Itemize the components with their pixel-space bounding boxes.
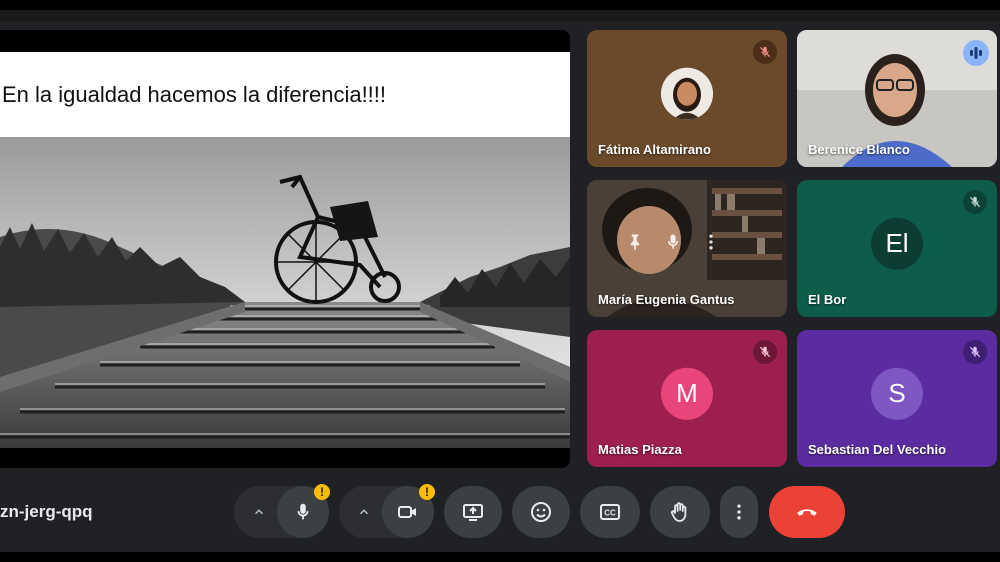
participant-name: María Eugenia Gantus <box>598 292 735 307</box>
profile-photo-avatar <box>661 67 713 120</box>
hand-icon <box>670 502 687 522</box>
participant-name: Sebastian Del Vecchio <box>808 442 947 457</box>
end-call-button[interactable] <box>769 486 845 538</box>
mic-options-button[interactable] <box>238 486 280 538</box>
meet-call-window: En la igualdad hacemos la diferencia!!!! <box>0 0 1000 562</box>
participant-tile-maria-eugenia[interactable]: María Eugenia Gantus <box>587 180 787 317</box>
top-strip <box>0 10 1000 22</box>
muted-badge <box>963 190 987 214</box>
mic-icon[interactable] <box>663 232 683 252</box>
closed-captions-icon: CC <box>600 504 620 520</box>
participant-name: Fátima Altamirano <box>598 142 711 157</box>
camera-warning-badge: ! <box>419 484 435 500</box>
participant-tile-sebastian[interactable]: S Sebastian Del Vecchio <box>797 330 997 467</box>
chevron-up-icon <box>359 509 369 515</box>
participant-name: El Bor <box>808 292 847 307</box>
initials-avatar: El <box>871 217 923 270</box>
camera-options-button[interactable] <box>343 486 385 538</box>
bottom-black-bar <box>0 552 1000 562</box>
participant-name: Berenice Blanco <box>808 142 910 157</box>
participant-name: Matias Piazza <box>598 442 682 457</box>
person-photo-icon <box>661 67 713 120</box>
more-vert-icon[interactable] <box>701 232 721 252</box>
participant-tile-matias[interactable]: M Matias Piazza <box>587 330 787 467</box>
speaking-indicator <box>963 40 989 66</box>
initials-avatar: M <box>661 367 713 420</box>
mic-warning-badge: ! <box>314 484 330 500</box>
participant-tile-berenice[interactable]: Berenice Blanco <box>797 30 997 167</box>
initials-avatar: S <box>871 367 923 420</box>
mic-off-icon <box>969 346 981 358</box>
more-vert-icon <box>737 504 741 520</box>
mic-off-icon <box>759 46 771 58</box>
reactions-button[interactable] <box>512 486 570 538</box>
participant-tile-fatima[interactable]: Fátima Altamirano <box>587 30 787 167</box>
top-black-bar <box>0 0 1000 10</box>
more-options-button[interactable] <box>720 486 758 538</box>
captions-button[interactable]: CC <box>580 486 640 538</box>
muted-badge <box>753 40 777 64</box>
mic-off-icon <box>759 346 771 358</box>
mic-off-icon <box>969 196 981 208</box>
muted-badge <box>753 340 777 364</box>
muted-badge <box>963 340 987 364</box>
camera-icon <box>398 506 416 518</box>
slide-title: En la igualdad hacemos la diferencia!!!! <box>2 82 387 107</box>
audio-level-icon <box>970 47 982 59</box>
meeting-code: zn-jerg-qpq <box>0 502 93 521</box>
captions-label: CC <box>604 509 616 518</box>
tile-hover-actions <box>625 232 721 252</box>
mic-icon <box>297 503 309 520</box>
pin-icon[interactable] <box>625 232 645 252</box>
present-screen-button[interactable] <box>444 486 502 538</box>
slide-header: En la igualdad hacemos la diferencia!!!! <box>0 52 570 137</box>
chevron-up-icon <box>254 509 264 515</box>
participant-tile-el-bor[interactable]: El El Bor <box>797 180 997 317</box>
slide-image <box>0 137 570 448</box>
presentation-stage[interactable]: En la igualdad hacemos la diferencia!!!! <box>0 30 570 468</box>
present-screen-icon <box>463 504 483 521</box>
phone-hangup-icon <box>797 509 817 516</box>
raise-hand-button[interactable] <box>650 486 710 538</box>
emoji-icon <box>531 502 551 522</box>
